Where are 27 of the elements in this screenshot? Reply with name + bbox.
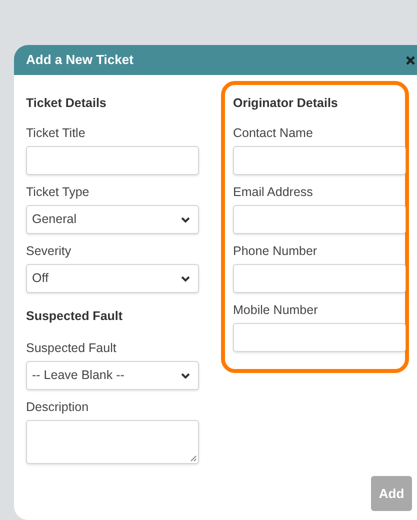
input-field[interactable] (233, 323, 406, 352)
field-label: Description (26, 399, 90, 415)
field-label: Email Address (233, 184, 314, 200)
text-area[interactable] (26, 420, 199, 464)
section-heading: Ticket Details (26, 95, 108, 111)
dropdown[interactable]: General (26, 205, 199, 234)
field-label: Severity (26, 243, 72, 259)
chevron-down-icon (181, 216, 190, 222)
section-heading: Suspected Fault (26, 308, 124, 324)
resize-handle-icon[interactable] (190, 455, 197, 462)
chevron-down-icon (181, 276, 190, 282)
field-label: Suspected Fault (26, 340, 118, 356)
dialog-title: Add a New Ticket (26, 51, 134, 70)
dropdown[interactable]: -- Leave Blank -- (26, 361, 199, 390)
section-heading: Originator Details (233, 95, 339, 111)
dropdown[interactable]: Off (26, 264, 199, 293)
field-label: Mobile Number (233, 302, 319, 318)
input-field[interactable] (233, 146, 406, 175)
field-label: Ticket Type (26, 184, 90, 200)
chevron-down-icon (181, 372, 190, 378)
field-label: Phone Number (233, 243, 318, 259)
input-field[interactable] (26, 146, 199, 175)
input-field[interactable] (233, 205, 406, 234)
close-icon[interactable] (406, 56, 415, 64)
input-field[interactable] (233, 264, 406, 293)
field-label: Contact Name (233, 125, 314, 141)
field-label: Ticket Title (26, 125, 86, 141)
